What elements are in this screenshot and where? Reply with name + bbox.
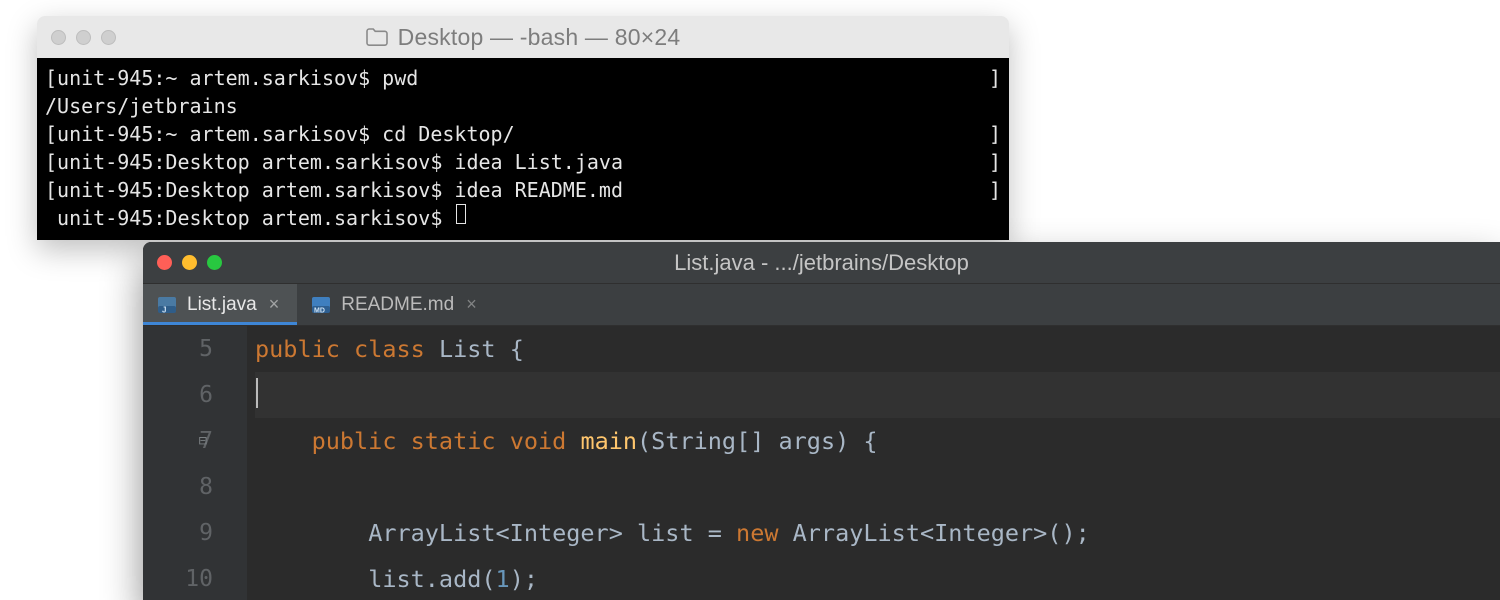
caret [256,378,258,408]
close-icon[interactable] [51,30,66,45]
line-number: 10 [143,556,213,600]
markdown-file-icon: MD [311,295,331,315]
svg-text:J: J [162,305,166,314]
ide-title: List.java - .../jetbrains/Desktop [674,250,969,276]
editor-tabs: J List.java × MD README.md × [143,284,1500,326]
tab-readme-md[interactable]: MD README.md × [297,284,494,325]
terminal-cursor [456,204,466,224]
terminal-line: [unit-945:~ artem.sarkisov$ pwd] [37,64,1009,92]
java-file-icon: J [157,295,177,315]
terminal-line: [unit-945:Desktop artem.sarkisov$ idea L… [37,148,1009,176]
ide-window: List.java - .../jetbrains/Desktop J List.… [143,242,1500,600]
terminal-traffic-lights [51,30,116,45]
terminal-line: [unit-945:Desktop artem.sarkisov$ idea R… [37,176,1009,204]
close-icon[interactable]: × [267,294,282,315]
minimize-icon[interactable] [76,30,91,45]
code-line[interactable]: ArrayList<Integer> list = new ArrayList<… [255,510,1500,556]
svg-text:MD: MD [314,307,325,314]
terminal-line: [unit-945:~ artem.sarkisov$ cd Desktop/] [37,120,1009,148]
minimize-icon[interactable] [182,255,197,270]
code-line[interactable]: list.add(1); [255,556,1500,600]
terminal-body[interactable]: [unit-945:~ artem.sarkisov$ pwd]/Users/j… [37,58,1009,240]
line-number: 8 [143,464,213,510]
tab-label: README.md [341,294,454,316]
terminal-title: Desktop — -bash — 80×24 [366,24,681,51]
terminal-title-text: Desktop — -bash — 80×24 [398,24,681,51]
line-number: 9 [143,510,213,556]
tab-label: List.java [187,294,257,316]
close-icon[interactable]: × [464,294,479,315]
gutter: 567⊟8910 [143,326,247,600]
ide-titlebar[interactable]: List.java - .../jetbrains/Desktop [143,242,1500,284]
code-area[interactable]: public class List { public static void m… [247,326,1500,600]
line-number: 6 [143,372,213,418]
terminal-line: unit-945:Desktop artem.sarkisov$ [37,204,1009,232]
line-number: 7⊟ [143,418,213,464]
terminal-titlebar[interactable]: Desktop — -bash — 80×24 [37,16,1009,58]
tab-list-java[interactable]: J List.java × [143,284,297,325]
fold-toggle-icon[interactable]: ⊟ [199,418,207,464]
zoom-icon[interactable] [207,255,222,270]
code-line[interactable] [255,464,1500,510]
zoom-icon[interactable] [101,30,116,45]
code-line[interactable]: public class List { [255,326,1500,372]
code-line[interactable] [255,372,1500,418]
close-icon[interactable] [157,255,172,270]
line-number: 5 [143,326,213,372]
terminal-window: Desktop — -bash — 80×24 [unit-945:~ arte… [37,16,1009,240]
code-line[interactable]: public static void main(String[] args) { [255,418,1500,464]
folder-icon [366,28,388,46]
code-editor: 567⊟8910 public class List { public stat… [143,326,1500,600]
ide-traffic-lights [157,255,222,270]
terminal-line: /Users/jetbrains [37,92,1009,120]
